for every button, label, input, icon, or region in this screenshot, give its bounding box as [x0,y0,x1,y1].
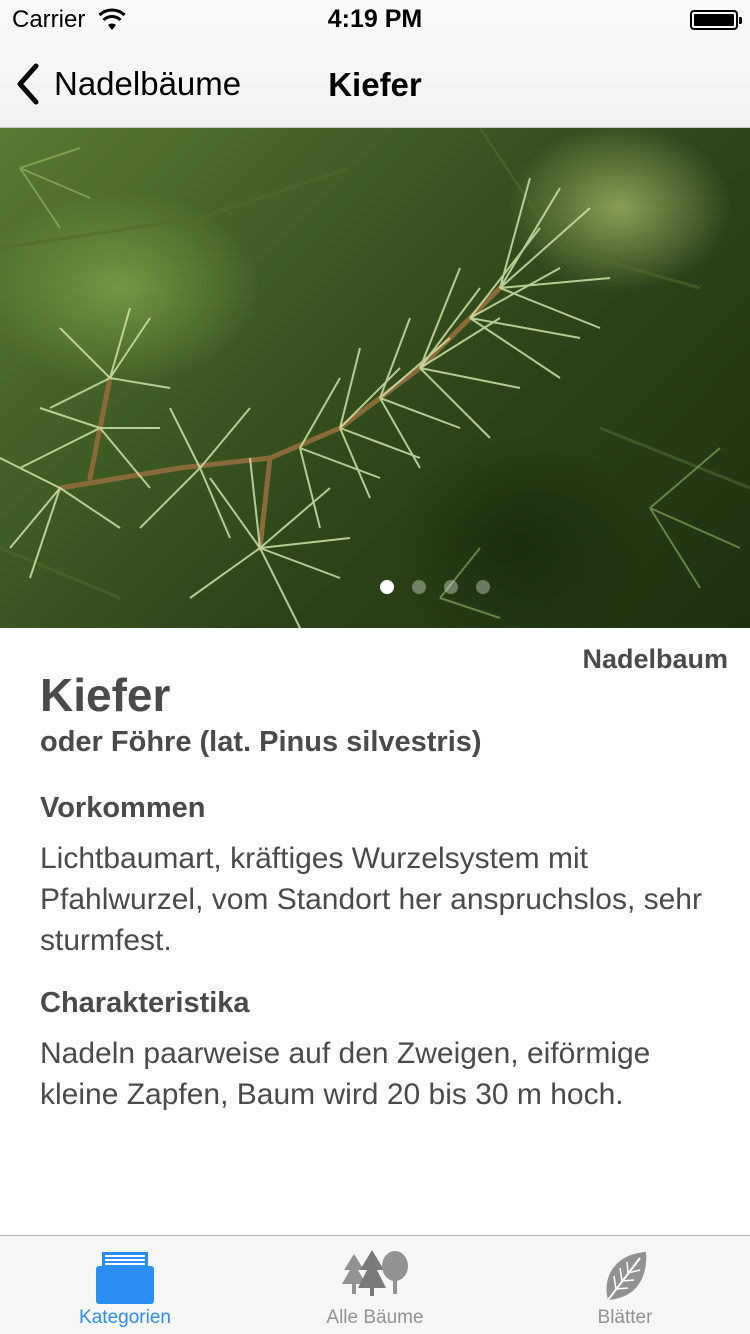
tab-blaetter[interactable]: Blätter [500,1236,750,1334]
section-text-charakteristika: Nadeln paarweise auf den Zweigen, eiförm… [40,1037,651,1111]
box-icon [96,1252,154,1304]
tree-detail: Nadelbaum Kiefer oder Föhre (lat. Pinus … [0,628,750,1234]
tab-label: Kategorien [79,1307,171,1328]
gallery-page-indicator[interactable] [0,580,750,594]
trees-icon [342,1250,408,1296]
gallery-page-dot[interactable] [476,580,490,594]
tab-alle-baeume[interactable]: Alle Bäume [250,1236,500,1334]
tab-label: Blätter [597,1307,653,1328]
category-label: Nadelbaum [582,644,728,674]
status-bar: Carrier 4:19 PM [0,0,750,40]
back-button-label: Nadelbäume [54,65,242,102]
leaf-icon [606,1252,647,1301]
battery-icon [690,10,742,30]
gallery-page-dot[interactable] [412,580,426,594]
navigation-bar: Nadelbäume Kiefer [0,40,750,128]
tab-bar: Kategorien Alle Bäume Blätter [0,1235,750,1334]
back-button[interactable]: Nadelbäume [14,60,241,108]
tree-subtitle: oder Föhre (lat. Pinus silvestris) [40,726,482,758]
pine-branch-photo [0,128,750,628]
top-bar: Carrier 4:19 PM Nadelbäume Kiefer [0,0,750,128]
tab-kategorien[interactable]: Kategorien [0,1236,250,1334]
gallery-page-dot[interactable] [380,580,394,594]
status-time: 4:19 PM [327,5,423,33]
tab-label: Alle Bäume [326,1307,424,1328]
tree-name: Kiefer [40,669,171,721]
section-heading-vorkommen: Vorkommen [40,792,206,824]
tree-photo-gallery[interactable] [0,128,750,628]
section-heading-charakteristika: Charakteristika [40,987,250,1019]
gallery-page-dot[interactable] [444,580,458,594]
chevron-left-icon [17,63,39,105]
section-text-vorkommen: Lichtbaumart, kräftiges Wurzelsystem mit… [40,842,702,957]
